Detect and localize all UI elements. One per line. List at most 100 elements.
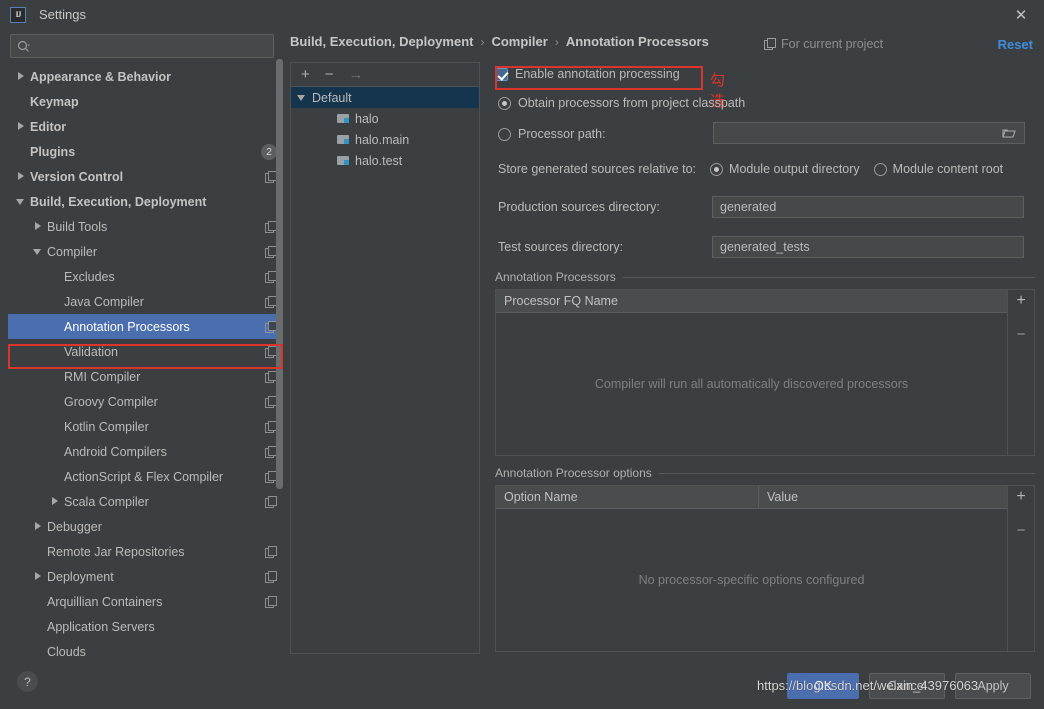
sidebar-item-keymap[interactable]: Keymap — [8, 89, 283, 114]
chevron-right-icon[interactable] — [16, 171, 27, 182]
sidebar-item-build-execution-deployment[interactable]: Build, Execution, Deployment — [8, 189, 283, 214]
chevron-down-icon[interactable] — [297, 92, 308, 103]
sidebar-item-label: Annotation Processors — [64, 319, 190, 334]
module-profile-default[interactable]: Default — [291, 87, 479, 108]
module-item[interactable]: halo — [291, 108, 479, 129]
sidebar-item-label: Application Servers — [47, 619, 155, 634]
module-item[interactable]: halo.test — [291, 150, 479, 171]
store-generated-sources-row: Store generated sources relative to: Mod… — [498, 162, 1003, 176]
chevron-down-icon[interactable] — [16, 196, 27, 207]
sidebar-item-clouds[interactable]: Clouds — [8, 639, 283, 662]
store-generated-label: Store generated sources relative to: — [498, 162, 697, 176]
project-scope-icon — [265, 545, 277, 558]
production-sources-input[interactable] — [712, 196, 1024, 218]
sidebar-item-remote-jar-repositories[interactable]: Remote Jar Repositories — [8, 539, 283, 564]
sidebar-item-arquillian-containers[interactable]: Arquillian Containers — [8, 589, 283, 614]
move-to-profile-button[interactable]: → — [349, 67, 364, 82]
breadcrumb: Build, Execution, Deployment › Compiler › An… — [290, 34, 709, 49]
obtain-from-classpath-radio[interactable] — [498, 96, 511, 110]
chevron-right-icon[interactable] — [33, 521, 44, 532]
breadcrumb-item[interactable]: Compiler — [491, 34, 547, 49]
apply-button[interactable]: Apply — [955, 673, 1031, 699]
sidebar-item-version-control[interactable]: Version Control — [8, 164, 283, 189]
sidebar-item-annotation-processors[interactable]: Annotation Processors — [8, 314, 283, 339]
chevron-right-icon[interactable] — [16, 121, 27, 132]
for-current-project-label: For current project — [764, 37, 883, 51]
chevron-down-icon[interactable] — [33, 246, 44, 257]
sidebar-item-validation[interactable]: Validation — [8, 339, 283, 364]
enable-annotation-processing-label: Enable annotation processing — [515, 67, 680, 81]
add-profile-button[interactable]: + — [301, 67, 310, 82]
sidebar-item-debugger[interactable]: Debugger — [8, 514, 283, 539]
sidebar-item-application-servers[interactable]: Application Servers — [8, 614, 283, 639]
settings-content: Build, Execution, Deployment › Compiler › An… — [283, 29, 1044, 663]
chevron-right-icon[interactable] — [33, 221, 44, 232]
sidebar-item-label: Arquillian Containers — [47, 594, 163, 609]
sidebar-item-excludes[interactable]: Excludes — [8, 264, 283, 289]
module-item[interactable]: halo.main — [291, 129, 479, 150]
sidebar-item-appearance-behavior[interactable]: Appearance & Behavior — [8, 64, 283, 89]
sidebar-item-label: Android Compilers — [64, 444, 167, 459]
module-output-option[interactable]: Module output directory — [710, 162, 860, 176]
chevron-right-icon[interactable] — [33, 571, 44, 582]
sidebar-item-deployment[interactable]: Deployment — [8, 564, 283, 589]
cancel-button[interactable]: Cancel — [869, 673, 945, 699]
processors-group-title: Annotation Processors — [495, 270, 1035, 284]
obtain-from-classpath-label: Obtain processors from project classpath — [518, 96, 746, 110]
obtain-from-classpath-row[interactable]: Obtain processors from project classpath — [498, 96, 745, 110]
enable-annotation-processing-checkbox[interactable] — [495, 67, 508, 81]
module-content-option[interactable]: Module content root — [873, 162, 1003, 176]
help-button[interactable]: ? — [17, 671, 38, 692]
options-empty-message: No processor-specific options configured — [638, 573, 865, 587]
search-box[interactable] — [10, 34, 274, 58]
enable-annotation-processing-row[interactable]: Enable annotation processing 勾选 — [495, 66, 725, 110]
sidebar-item-scala-compiler[interactable]: Scala Compiler — [8, 489, 283, 514]
processors-group-title-text: Annotation Processors — [495, 270, 616, 284]
module-output-directory-radio[interactable] — [710, 162, 724, 176]
module-icon — [337, 155, 350, 166]
sidebar-item-android-compilers[interactable]: Android Compilers — [8, 439, 283, 464]
sidebar-item-plugins[interactable]: Plugins 2 — [8, 139, 283, 164]
processor-path-radio[interactable] — [498, 127, 511, 141]
remove-profile-button[interactable]: − — [325, 67, 334, 82]
breadcrumb-item[interactable]: Build, Execution, Deployment — [290, 34, 473, 49]
sidebar-item-label: Editor — [30, 119, 67, 134]
remove-option-button[interactable]: − — [1017, 523, 1026, 538]
module-content-root-radio[interactable] — [873, 162, 887, 176]
chevron-right-icon[interactable] — [16, 71, 27, 82]
sidebar-item-compiler[interactable]: Compiler — [8, 239, 283, 264]
sidebar-item-rmi-compiler[interactable]: RMI Compiler — [8, 364, 283, 389]
settings-dialog: Appearance & Behavior Keymap Editor Plugins… — [0, 29, 1044, 663]
processor-path-field[interactable] — [713, 122, 1025, 144]
reset-link[interactable]: Reset — [998, 37, 1033, 52]
sidebar-item-actionscript-flex-compiler[interactable]: ActionScript & Flex Compiler — [8, 464, 283, 489]
add-option-button[interactable]: + — [1016, 489, 1025, 505]
processor-path-row[interactable]: Processor path: — [498, 127, 606, 141]
add-processor-button[interactable]: + — [1016, 293, 1025, 309]
test-sources-input[interactable] — [712, 236, 1024, 258]
sidebar-item-java-compiler[interactable]: Java Compiler — [8, 289, 283, 314]
sidebar-item-label: Plugins — [30, 144, 76, 159]
window-titlebar: IJ Settings ✕ — [0, 0, 1044, 29]
settings-sidebar: Appearance & Behavior Keymap Editor Plugins… — [8, 29, 283, 663]
remove-processor-button[interactable]: − — [1017, 327, 1026, 342]
folder-browse-icon[interactable] — [1000, 128, 1018, 139]
sidebar-scrollbar[interactable] — [276, 59, 283, 489]
processor-path-input[interactable] — [714, 126, 1000, 140]
options-table-header: Option Name Value — [496, 486, 1007, 509]
sidebar-item-groovy-compiler[interactable]: Groovy Compiler — [8, 389, 283, 414]
sidebar-item-label: Clouds — [47, 644, 86, 659]
breadcrumb-item[interactable]: Annotation Processors — [566, 34, 709, 49]
sidebar-item-editor[interactable]: Editor — [8, 114, 283, 139]
sidebar-item-label: Excludes — [64, 269, 115, 284]
search-input[interactable] — [33, 39, 273, 53]
close-icon[interactable]: ✕ — [1010, 4, 1032, 26]
chevron-right-icon[interactable] — [50, 496, 61, 507]
ok-button[interactable]: OK — [787, 673, 859, 699]
settings-tree: Appearance & Behavior Keymap Editor Plugins… — [8, 64, 283, 662]
sidebar-item-build-tools[interactable]: Build Tools — [8, 214, 283, 239]
sidebar-item-kotlin-compiler[interactable]: Kotlin Compiler — [8, 414, 283, 439]
